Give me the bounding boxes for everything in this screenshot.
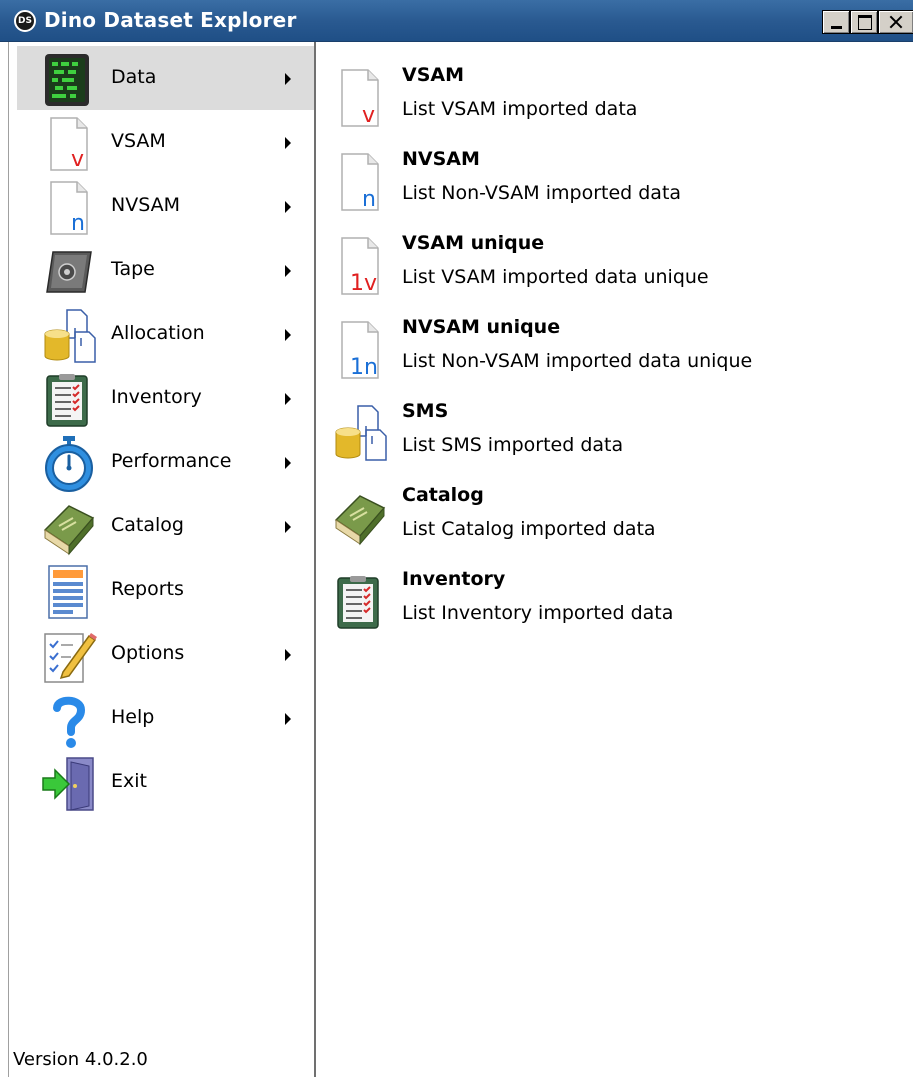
menu-label: Tape	[111, 258, 155, 280]
submenu-description: List SMS imported data	[402, 434, 624, 456]
allocation-icon	[41, 308, 97, 364]
catalog-book-icon	[41, 500, 97, 556]
submenu-title: NVSAM	[402, 148, 480, 170]
menu-item-performance[interactable]: Performance	[17, 430, 315, 494]
inventory-icon	[41, 372, 97, 428]
sms-icon	[332, 404, 388, 464]
submenu-title: VSAM	[402, 64, 465, 86]
submenu-arrow-icon	[285, 521, 291, 533]
inventory-icon	[332, 572, 388, 632]
menu-label: Catalog	[111, 514, 184, 536]
menu-item-tape[interactable]: Tape	[17, 238, 315, 302]
menu-label: Help	[111, 706, 155, 728]
data-icon	[41, 52, 97, 108]
vsam-icon-text: v	[362, 103, 375, 128]
menu-item-vsam[interactable]: v VSAM	[17, 110, 315, 174]
submenu-arrow-icon	[285, 329, 291, 341]
menu-label: Inventory	[111, 386, 202, 408]
close-button[interactable]	[878, 10, 913, 34]
app-logo-icon: DS	[14, 10, 36, 32]
nvsam-file-icon: n	[41, 180, 97, 236]
vsam-file-icon: v	[332, 68, 388, 128]
submenu-description: List Non-VSAM imported data unique	[402, 350, 753, 372]
submenu-item-catalog[interactable]: Catalog List Catalog imported data	[328, 484, 908, 564]
title-bar[interactable]: DS Dino Dataset Explorer	[0, 0, 913, 42]
version-label: Version 4.0.2.0	[13, 1049, 148, 1070]
menu-label: Data	[111, 66, 157, 88]
submenu-arrow-icon	[285, 393, 291, 405]
submenu-arrow-icon	[285, 137, 291, 149]
submenu-panel: v VSAM List VSAM imported data n NVSAM L…	[316, 42, 913, 1077]
menu-label: Options	[111, 642, 185, 664]
nvsam-unique-icon-text: 1n	[350, 355, 378, 380]
menu-item-options[interactable]: Options	[17, 622, 315, 686]
submenu-arrow-icon	[285, 201, 291, 213]
nvsam-unique-file-icon: 1n	[332, 320, 388, 380]
submenu-title: VSAM unique	[402, 232, 545, 254]
submenu-arrow-icon	[285, 457, 291, 469]
reports-icon	[41, 564, 97, 620]
submenu-title: SMS	[402, 400, 449, 422]
submenu-item-sms[interactable]: SMS List SMS imported data	[328, 400, 908, 480]
vsam-unique-file-icon: 1v	[332, 236, 388, 296]
nvsam-file-icon: n	[332, 152, 388, 212]
exit-icon	[41, 756, 97, 812]
menu-item-exit[interactable]: Exit	[17, 750, 315, 814]
tape-icon	[41, 244, 97, 300]
svg-text:n: n	[71, 211, 85, 236]
submenu-description: List Inventory imported data	[402, 602, 674, 624]
submenu-arrow-icon	[285, 73, 291, 85]
app-window: DS Dino Dataset Explorer Data v VSAM n N…	[0, 0, 913, 1077]
menu-item-nvsam[interactable]: n NVSAM	[17, 174, 315, 238]
submenu-arrow-icon	[285, 265, 291, 277]
submenu-description: List VSAM imported data unique	[402, 266, 709, 288]
help-icon	[41, 692, 97, 748]
submenu-description: List VSAM imported data	[402, 98, 638, 120]
submenu-item-inventory[interactable]: Inventory List Inventory imported data	[328, 568, 908, 648]
vsam-file-icon: v	[41, 116, 97, 172]
menu-item-help[interactable]: Help	[17, 686, 315, 750]
window-title: Dino Dataset Explorer	[44, 8, 297, 32]
menu-item-reports[interactable]: Reports	[17, 558, 315, 622]
submenu-item-nvsam[interactable]: n NVSAM List Non-VSAM imported data	[328, 148, 908, 228]
vsam-unique-icon-text: 1v	[350, 271, 377, 296]
submenu-description: List Catalog imported data	[402, 518, 656, 540]
menu-item-data[interactable]: Data	[17, 46, 315, 110]
nvsam-icon-text: n	[362, 187, 376, 212]
submenu-arrow-icon	[285, 649, 291, 661]
submenu-arrow-icon	[285, 713, 291, 725]
menu-item-catalog[interactable]: Catalog	[17, 494, 315, 558]
submenu-title: Catalog	[402, 484, 484, 506]
svg-text:v: v	[71, 147, 84, 172]
submenu-title: Inventory	[402, 568, 506, 590]
menu-label: Allocation	[111, 322, 205, 344]
submenu-item-vsam[interactable]: v VSAM List VSAM imported data	[328, 64, 908, 144]
minimize-button[interactable]	[822, 10, 850, 34]
menu-label: VSAM	[111, 130, 166, 152]
catalog-book-icon	[332, 488, 388, 548]
submenu-item-nvsam-unique[interactable]: 1n NVSAM unique List Non-VSAM imported d…	[328, 316, 908, 396]
menu-label: Reports	[111, 578, 184, 600]
submenu-description: List Non-VSAM imported data	[402, 182, 682, 204]
submenu-item-vsam-unique[interactable]: 1v VSAM unique List VSAM imported data u…	[328, 232, 908, 312]
menu-label: NVSAM	[111, 194, 181, 216]
stopwatch-icon	[41, 436, 97, 492]
menu-item-allocation[interactable]: Allocation	[17, 302, 315, 366]
menu-item-inventory[interactable]: Inventory	[17, 366, 315, 430]
submenu-title: NVSAM unique	[402, 316, 561, 338]
options-icon	[41, 628, 97, 684]
maximize-button[interactable]	[850, 10, 878, 34]
main-menu: Data v VSAM n NVSAM Tape Allocation Inve…	[8, 42, 315, 1077]
menu-label: Performance	[111, 450, 232, 472]
menu-label: Exit	[111, 770, 147, 792]
